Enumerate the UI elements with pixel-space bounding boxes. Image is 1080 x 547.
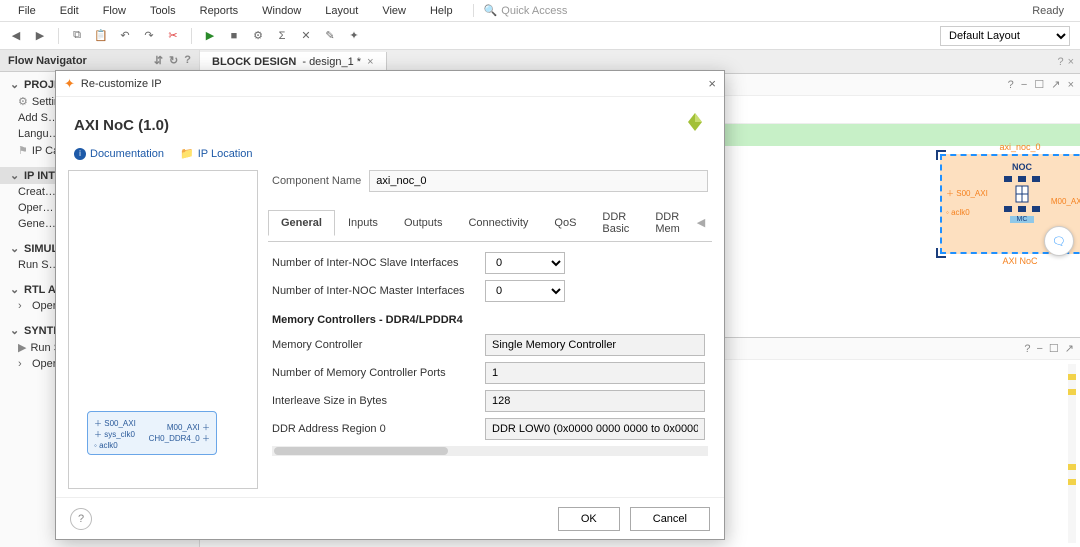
maximize-icon[interactable]: ☐ <box>1049 342 1059 355</box>
help-icon[interactable]: ? <box>1024 343 1030 355</box>
component-name-label: Component Name <box>272 175 361 187</box>
section-memctrl: Memory Controllers - DDR4/LPDDR4 <box>272 314 708 326</box>
minimize-icon[interactable]: − <box>1036 343 1042 355</box>
main-toolbar: ◀ ▶ ⧉ 📋 ↶ ↷ ✂ ▶ ■ ⚙ Σ ✕ ✎ ✦ Default Layo… <box>0 22 1080 50</box>
tab-connectivity[interactable]: Connectivity <box>455 210 541 235</box>
isz-input[interactable] <box>485 390 705 412</box>
close-icon[interactable]: × <box>708 76 716 91</box>
menu-tools[interactable]: Tools <box>138 2 188 20</box>
forward-icon[interactable]: ▶ <box>30 26 50 46</box>
status-ready: Ready <box>1032 5 1064 17</box>
ip-preview[interactable]: ＋ S00_AXI＋ sys_clk0◦ aclk0 M00_AXI ＋CH0_… <box>68 170 258 489</box>
menu-view[interactable]: View <box>370 2 418 20</box>
ip-location-link[interactable]: 📁IP Location <box>180 147 253 160</box>
tab-general[interactable]: General <box>268 210 335 236</box>
documentation-link[interactable]: iDocumentation <box>74 147 164 160</box>
redo-icon[interactable]: ↷ <box>139 26 159 46</box>
help-icon[interactable]: ? <box>184 54 191 67</box>
popout-icon[interactable]: ↗ <box>1065 342 1074 355</box>
minimize-icon[interactable]: − <box>1021 79 1027 91</box>
tab-left-icon[interactable]: ◀ <box>693 214 709 231</box>
menu-layout[interactable]: Layout <box>313 2 370 20</box>
master-label: Number of Inter-NOC Master Interfaces <box>272 285 477 297</box>
dialog-title: Re-customize IP <box>81 78 162 90</box>
back-icon[interactable]: ◀ <box>6 26 26 46</box>
tab-ddrbasic[interactable]: DDR Basic <box>589 204 642 241</box>
tab-qos[interactable]: QoS <box>541 210 589 235</box>
flownav-title: Flow Navigator <box>8 55 87 67</box>
undo-icon[interactable]: ↶ <box>115 26 135 46</box>
isz-label: Interleave Size in Bytes <box>272 395 477 407</box>
mc-input[interactable] <box>485 334 705 356</box>
menubar: File Edit Flow Tools Reports Window Layo… <box>0 0 1080 22</box>
prop-tabs: General Inputs Outputs Connectivity QoS … <box>268 204 712 242</box>
sigma-icon[interactable]: Σ <box>272 26 292 46</box>
close-icon[interactable]: × <box>1068 79 1074 91</box>
layout-select[interactable]: Default Layout <box>940 26 1070 46</box>
menu-flow[interactable]: Flow <box>91 2 138 20</box>
tab-inputs[interactable]: Inputs <box>335 210 391 235</box>
menu-edit[interactable]: Edit <box>48 2 91 20</box>
help-button[interactable]: ? <box>70 508 92 530</box>
search-icon: 🔍 <box>484 4 498 17</box>
stop-icon[interactable]: ■ <box>224 26 244 46</box>
ip-name: AXI NoC (1.0) <box>74 117 169 134</box>
tab-block-design[interactable]: BLOCK DESIGN - design_1 * × <box>200 52 387 72</box>
menu-file[interactable]: File <box>6 2 48 20</box>
close-tab-icon[interactable]: × <box>367 56 373 68</box>
quick-access[interactable]: 🔍 Quick Access <box>473 4 568 17</box>
refresh-icon[interactable]: ↻ <box>169 54 178 67</box>
pin-icon[interactable]: ⇵ <box>154 54 163 67</box>
cancel-button[interactable]: Cancel <box>630 507 710 531</box>
assistant-bubble[interactable]: 🗨 <box>1044 226 1074 256</box>
menu-window[interactable]: Window <box>250 2 313 20</box>
menu-reports[interactable]: Reports <box>188 2 251 20</box>
gear-icon[interactable]: ⚙ <box>248 26 268 46</box>
slave-label: Number of Inter-NOC Slave Interfaces <box>272 257 477 269</box>
vendor-logo-icon <box>684 111 706 139</box>
edit-icon[interactable]: ✎ <box>320 26 340 46</box>
paste-icon[interactable]: 📋 <box>91 26 111 46</box>
cancel-icon[interactable]: ✕ <box>296 26 316 46</box>
menu-help[interactable]: Help <box>418 2 465 20</box>
master-select[interactable]: 0 <box>485 280 565 302</box>
copy-icon[interactable]: ⧉ <box>67 26 87 46</box>
recustomize-ip-dialog: ✦ Re-customize IP × AXI NoC (1.0) iDocum… <box>55 70 725 540</box>
slave-select[interactable]: 0 <box>485 252 565 274</box>
popout-icon[interactable]: ↗ <box>1051 79 1060 91</box>
mc-label: Memory Controller <box>272 339 477 351</box>
maximize-icon[interactable]: ☐ <box>1034 79 1044 91</box>
tab-ddrmem[interactable]: DDR Mem <box>642 204 692 241</box>
ddr-input[interactable] <box>485 418 705 440</box>
quick-access-label: Quick Access <box>501 5 567 17</box>
mcp-input[interactable] <box>485 362 705 384</box>
preview-block: ＋ S00_AXI＋ sys_clk0◦ aclk0 M00_AXI ＋CH0_… <box>87 411 217 455</box>
h-scrollbar[interactable] <box>272 446 708 456</box>
plugin-icon[interactable]: ✦ <box>344 26 364 46</box>
ddr-label: DDR Address Region 0 <box>272 423 477 435</box>
run-icon[interactable]: ▶ <box>200 26 220 46</box>
mcp-label: Number of Memory Controller Ports <box>272 367 477 379</box>
noc-icon <box>1002 174 1042 214</box>
help-icon[interactable]: ? <box>1057 56 1063 68</box>
help-icon[interactable]: ? <box>1008 79 1014 91</box>
ok-button[interactable]: OK <box>558 507 620 531</box>
close-icon[interactable]: × <box>1068 56 1074 68</box>
cut-icon[interactable]: ✂ <box>163 26 183 46</box>
component-name-input[interactable] <box>369 170 708 192</box>
ip-icon: ✦ <box>64 76 75 92</box>
tab-outputs[interactable]: Outputs <box>391 210 456 235</box>
